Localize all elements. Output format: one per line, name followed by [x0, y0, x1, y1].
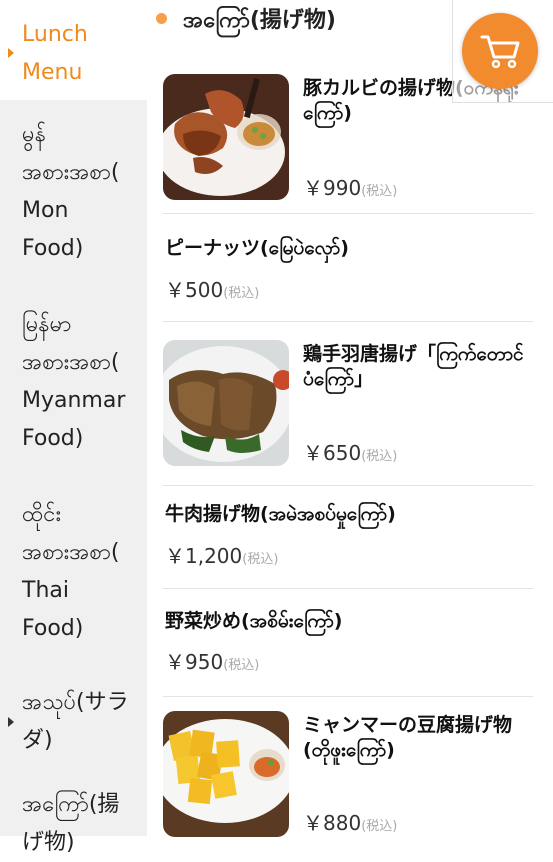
menu-item[interactable]: 鶏手羽唐揚げ「ကြက်တောင်ပံကြော်」 ￥650(税込) [163, 322, 533, 486]
chicken-wings-photo [163, 340, 289, 466]
expand-arrow-icon [8, 717, 14, 727]
item-price: ￥650(税込) [303, 437, 397, 466]
price-value: ￥650 [303, 441, 362, 465]
tax-label: (税込) [361, 184, 398, 199]
category-dot-icon [156, 13, 167, 24]
fried-tofu-photo [163, 711, 289, 837]
item-price: ￥880(税込) [303, 807, 397, 836]
price-value: ￥500 [165, 278, 224, 302]
menu-item[interactable]: ピーナッツ(မြေပဲလှော်) ￥500(税込) [163, 214, 533, 322]
price-value: ￥1,200 [165, 544, 243, 568]
item-name: ピーナッツ(မြေပဲလှော်) [165, 237, 349, 259]
sidebar-item-fried[interactable]: အကြော်(揚 げ物) [22, 786, 142, 862]
cart-icon [480, 35, 520, 69]
item-price: ￥950(税込) [165, 646, 259, 675]
sidebar-item-mon-food[interactable]: မွန် အစားအစာ( Mon Food) [22, 116, 142, 268]
sidebar-item-myanmar-food[interactable]: မြန်မာ အစားအစာ( Myanmar Food) [22, 306, 142, 458]
item-name: 野菜炒め(အစိမ်းကြော်) [165, 610, 343, 632]
item-price: ￥990(税込) [303, 172, 397, 201]
tax-label: (税込) [242, 552, 279, 567]
active-arrow-icon [8, 48, 14, 58]
item-price: ￥1,200(税込) [165, 540, 278, 569]
price-value: ￥950 [165, 650, 224, 674]
menu-item[interactable]: ミャンマーの豆腐揚げ物(တိုဖူးကြော်) ￥880(税込) [163, 697, 533, 857]
category-sidebar: Lunch Menu မွန် အစားအစာ( Mon Food) မြန်မ… [0, 0, 147, 855]
sidebar-item-thai-food[interactable]: ထိုင်း အစားအစာ( Thai Food) [22, 496, 142, 648]
cart-button[interactable] [462, 13, 538, 89]
tax-label: (税込) [223, 658, 260, 673]
price-value: ￥990 [303, 176, 362, 200]
item-name: 鶏手羽唐揚げ「ကြက်တောင်ပံကြော်」 [303, 343, 524, 390]
fried-pork-photo [163, 74, 289, 200]
menu-list: အကြော်(揚げ物) 豚カルビの揚げ物(ဝက်နံရိုးကြော်) ￥99… [147, 0, 553, 837]
item-name: ミャンマーの豆腐揚げ物(တိုဖူးကြော်) [303, 714, 513, 761]
item-price: ￥500(税込) [165, 274, 259, 303]
price-value: ￥880 [303, 811, 362, 835]
menu-item[interactable]: 野菜炒め(အစိမ်းကြော်) ￥950(税込) [163, 589, 533, 697]
item-name: 牛肉揚げ物(အမဲအစပ်မှုကြော်) [165, 503, 396, 525]
sidebar-item-salad[interactable]: အသုပ်(サラ ダ) [22, 684, 142, 760]
tax-label: (税込) [223, 286, 260, 301]
sidebar-item-lunch-menu[interactable]: Lunch Menu [22, 16, 142, 92]
category-title: အကြော်(揚げ物) [183, 8, 336, 33]
tax-label: (税込) [361, 819, 398, 834]
menu-item[interactable]: 牛肉揚げ物(အမဲအစပ်မှုကြော်) ￥1,200(税込) [163, 486, 533, 589]
tax-label: (税込) [361, 449, 398, 464]
